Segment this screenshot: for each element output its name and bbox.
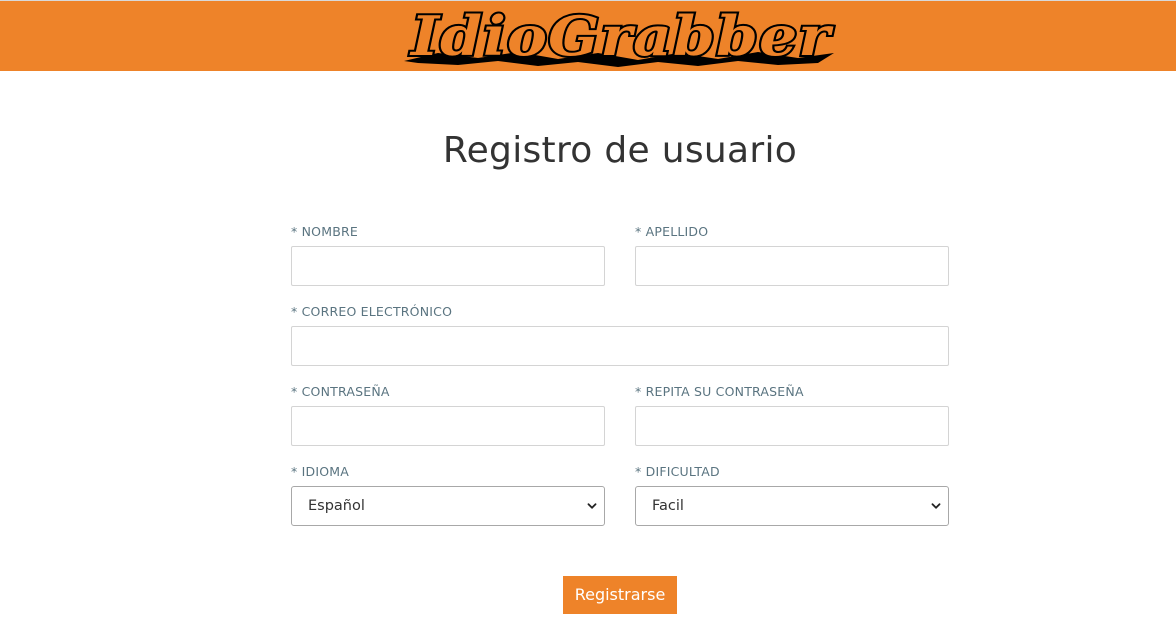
idioma-field-group: * IDIOMA Español <box>291 464 605 526</box>
correo-label: * CORREO ELECTRÓNICO <box>291 304 453 319</box>
apellido-field-group: * APELLIDO <box>635 224 949 286</box>
dificultad-select[interactable]: Facil <box>635 486 949 526</box>
page-title: Registro de usuario <box>442 130 798 171</box>
nombre-input[interactable] <box>291 246 605 286</box>
idioma-selected-value: Español <box>308 498 365 514</box>
contrasena-label: * CONTRASEÑA <box>291 384 390 399</box>
repita-contrasena-label: * REPITA SU CONTRASEÑA <box>635 384 804 399</box>
idioma-select[interactable]: Español <box>291 486 605 526</box>
correo-field-group: * CORREO ELECTRÓNICO <box>291 304 949 366</box>
logo-text: IdioGrabber <box>409 4 834 68</box>
repita-contrasena-field-group: * REPITA SU CONTRASEÑA <box>635 384 949 446</box>
dificultad-field-group: * DIFICULTAD Facil <box>635 464 949 526</box>
nombre-field-group: * NOMBRE <box>291 224 605 286</box>
apellido-input[interactable] <box>635 246 949 286</box>
idioma-label: * IDIOMA <box>291 464 349 479</box>
chevron-down-icon <box>587 503 597 509</box>
correo-input[interactable] <box>291 326 949 366</box>
apellido-label: * APELLIDO <box>635 224 709 239</box>
chevron-down-icon <box>931 503 941 509</box>
registrarse-button[interactable]: Registrarse <box>563 576 677 614</box>
dificultad-selected-value: Facil <box>652 498 684 514</box>
nombre-label: * NOMBRE <box>291 224 358 239</box>
contrasena-field-group: * CONTRASEÑA <box>291 384 605 446</box>
contrasena-input[interactable] <box>291 406 605 446</box>
repita-contrasena-input[interactable] <box>635 406 949 446</box>
header-bar: IdioGrabber <box>0 0 1176 71</box>
dificultad-label: * DIFICULTAD <box>635 464 720 479</box>
logo: IdioGrabber <box>398 3 844 70</box>
